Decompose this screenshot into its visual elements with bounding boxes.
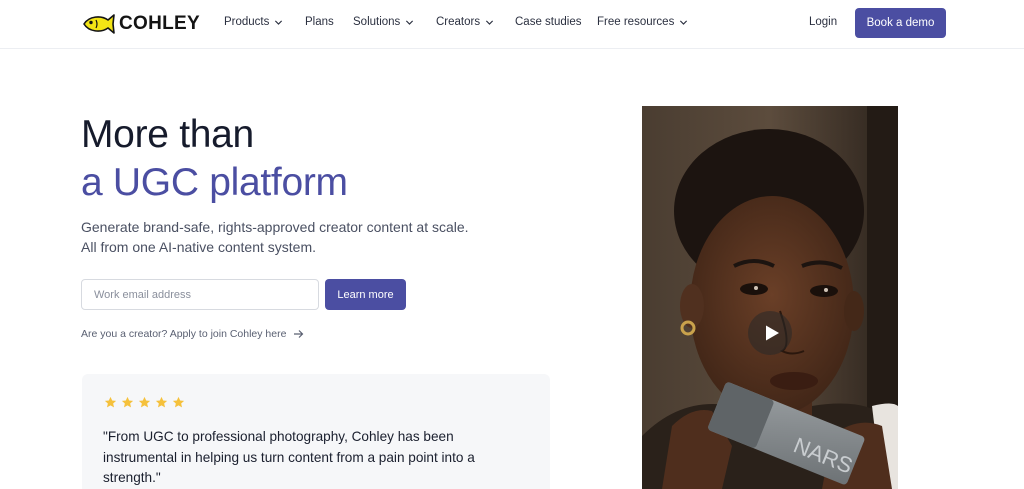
nav-label: Case studies — [515, 16, 582, 28]
nav-label: Products — [224, 16, 270, 28]
play-button[interactable] — [748, 311, 792, 355]
star-icon — [104, 396, 117, 408]
nav-plans[interactable]: Plans — [305, 16, 334, 28]
star-icon — [172, 396, 185, 408]
chevron-down-icon — [275, 19, 283, 25]
chevron-down-icon — [486, 19, 494, 25]
nav-label: Free resources — [597, 16, 675, 28]
brand-name: COHLEY — [119, 13, 200, 34]
chevron-down-icon — [680, 19, 688, 25]
video-thumbnail: NARS — [642, 106, 898, 489]
learn-more-button[interactable]: Learn more — [325, 279, 406, 310]
hero-title-line2: a UGC platform — [81, 161, 348, 204]
nav-free-resources[interactable]: Free resources — [597, 16, 688, 28]
testimonial-card: "From UGC to professional photography, C… — [82, 374, 550, 489]
rating-stars — [104, 396, 185, 409]
book-demo-button[interactable]: Book a demo — [855, 8, 946, 38]
top-navigation: COHLEY Products Plans Solutions Creators… — [0, 0, 1024, 49]
cohley-logo[interactable]: COHLEY — [81, 11, 200, 37]
hero-subtitle-line2: All from one AI-native content system. — [81, 239, 316, 255]
play-icon — [765, 325, 779, 341]
fish-icon — [83, 14, 115, 34]
creator-apply-link[interactable]: Are you a creator? Apply to join Cohley … — [81, 328, 304, 340]
nav-solutions[interactable]: Solutions — [353, 16, 414, 28]
testimonial-quote: "From UGC to professional photography, C… — [103, 429, 475, 485]
star-icon — [155, 396, 168, 408]
nav-creators[interactable]: Creators — [436, 16, 494, 28]
hero-title-line1: More than — [81, 113, 254, 156]
nav-label: Solutions — [353, 16, 401, 28]
nav-products[interactable]: Products — [224, 16, 283, 28]
star-icon — [138, 396, 151, 408]
star-icon — [121, 396, 134, 408]
nav-case-studies[interactable]: Case studies — [515, 16, 581, 28]
nav-label: Creators — [436, 16, 481, 28]
creator-link-label: Are you a creator? Apply to join Cohley … — [81, 328, 287, 340]
arrow-right-icon — [294, 330, 304, 338]
hero-video[interactable]: NARS — [642, 106, 898, 489]
chevron-down-icon — [406, 19, 414, 25]
hero-subtitle-line1: Generate brand-safe, rights-approved cre… — [81, 219, 469, 235]
work-email-input[interactable] — [81, 279, 319, 310]
nav-label: Plans — [305, 16, 334, 28]
login-link[interactable]: Login — [809, 16, 837, 28]
